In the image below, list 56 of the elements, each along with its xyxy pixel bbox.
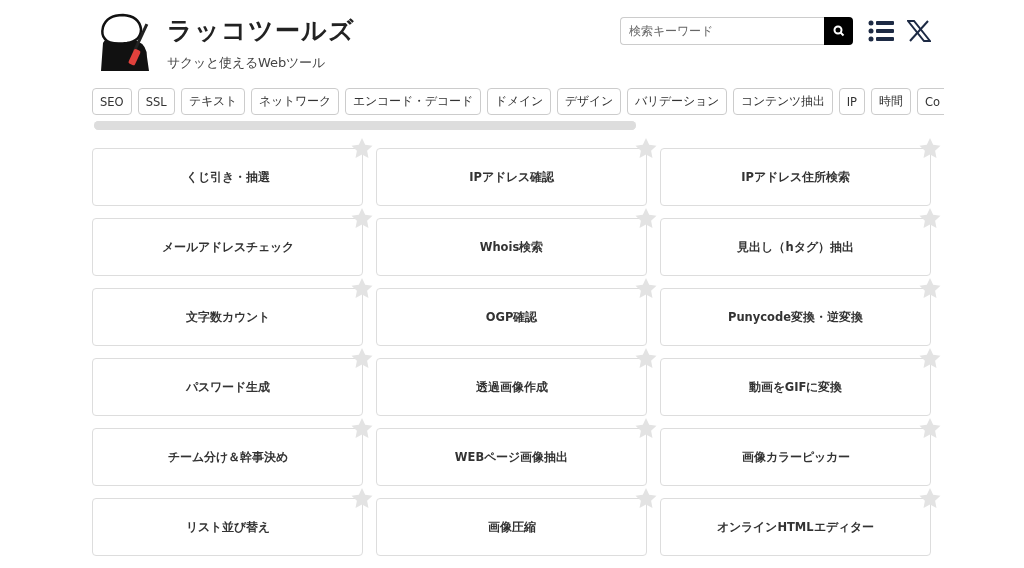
category-tag[interactable]: Co — [916, 88, 944, 115]
star-icon[interactable] — [351, 348, 373, 369]
search-icon — [832, 25, 845, 37]
star-icon[interactable] — [635, 208, 657, 229]
tool-card[interactable]: Punycode変換・逆変換 — [660, 288, 931, 346]
category-tag[interactable]: コンテンツ抽出 — [732, 88, 833, 115]
menu-icon[interactable] — [868, 20, 894, 42]
tool-card[interactable]: IPアドレス住所検索 — [660, 148, 931, 206]
search-button[interactable] — [824, 17, 853, 45]
tool-card[interactable]: オンラインHTMLエディター — [660, 498, 931, 556]
tool-card[interactable]: 動画をGIFに変換 — [660, 358, 931, 416]
site-title[interactable]: ラッコツールズ — [167, 14, 355, 47]
tool-card[interactable]: WEBページ画像抽出 — [376, 428, 647, 486]
star-icon[interactable] — [919, 488, 941, 509]
search-field[interactable]: 検索キーワード — [620, 17, 824, 45]
star-icon[interactable] — [351, 418, 373, 439]
site-tagline: サクッと使えるWebツール — [167, 54, 327, 72]
category-tag[interactable]: IP — [838, 88, 865, 115]
tool-card[interactable]: 見出し（hタグ）抽出 — [660, 218, 931, 276]
star-icon[interactable] — [635, 418, 657, 439]
star-icon[interactable] — [635, 138, 657, 159]
star-icon[interactable] — [919, 138, 941, 159]
category-tag[interactable]: 時間 — [870, 88, 911, 115]
star-icon[interactable] — [919, 418, 941, 439]
x-logo-icon[interactable] — [907, 20, 931, 42]
category-tag[interactable]: エンコード・デコード — [344, 88, 481, 115]
category-tag[interactable]: SSL — [137, 88, 175, 115]
tool-card[interactable]: Whois検索 — [376, 218, 647, 276]
category-tag[interactable]: ネットワーク — [250, 88, 339, 115]
scrollbar-thumb[interactable] — [94, 121, 636, 130]
star-icon[interactable] — [919, 208, 941, 229]
category-tag[interactable]: テキスト — [180, 88, 245, 115]
tool-card[interactable]: くじ引き・抽選 — [92, 148, 363, 206]
star-icon[interactable] — [635, 348, 657, 369]
star-icon[interactable] — [919, 278, 941, 299]
category-tag[interactable]: バリデーション — [626, 88, 727, 115]
tool-card[interactable]: 透過画像作成 — [376, 358, 647, 416]
category-tag[interactable]: SEO — [92, 88, 132, 115]
tool-card[interactable]: IPアドレス確認 — [376, 148, 647, 206]
star-icon[interactable] — [635, 488, 657, 509]
tool-card[interactable]: リスト並び替え — [92, 498, 363, 556]
star-icon[interactable] — [351, 488, 373, 509]
category-tag[interactable]: デザイン — [556, 88, 621, 115]
star-icon[interactable] — [351, 278, 373, 299]
star-icon[interactable] — [919, 348, 941, 369]
tool-card[interactable]: メールアドレスチェック — [92, 218, 363, 276]
category-tag[interactable]: ドメイン — [486, 88, 551, 115]
tool-card[interactable]: 画像圧縮 — [376, 498, 647, 556]
tool-card[interactable]: 文字数カウント — [92, 288, 363, 346]
tool-card[interactable]: パスワード生成 — [92, 358, 363, 416]
tool-card[interactable]: OGP確認 — [376, 288, 647, 346]
star-icon[interactable] — [635, 278, 657, 299]
tool-card[interactable]: チーム分け＆幹事決め — [92, 428, 363, 486]
star-icon[interactable] — [351, 208, 373, 229]
tool-card[interactable]: 画像カラーピッカー — [660, 428, 931, 486]
star-icon[interactable] — [351, 138, 373, 159]
